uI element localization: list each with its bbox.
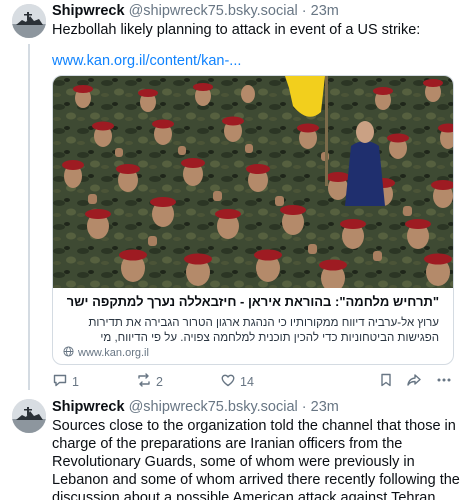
- ellipsis-icon: [436, 372, 452, 391]
- author-name[interactable]: Shipwreck: [52, 3, 125, 19]
- card-image: [53, 76, 453, 288]
- heart-icon: [220, 372, 236, 391]
- speech-bubble-icon: [52, 372, 68, 391]
- thread-line: [28, 44, 30, 390]
- share-button[interactable]: [406, 372, 422, 391]
- like-count: 14: [240, 374, 254, 389]
- more-options-button[interactable]: [436, 372, 452, 391]
- avatar[interactable]: [12, 399, 46, 433]
- post-link[interactable]: www.kan.org.il/content/kan-...: [52, 53, 241, 69]
- avatar[interactable]: [12, 4, 46, 38]
- author-handle[interactable]: @shipwreck75.bsky.social: [129, 399, 298, 415]
- post-header: Shipwreck @shipwreck75.bsky.social · 23m: [52, 3, 339, 19]
- reply-button[interactable]: 1: [52, 372, 79, 391]
- post-time[interactable]: 23m: [311, 399, 339, 415]
- bookmark-icon: [378, 372, 394, 391]
- repost-count: 2: [156, 374, 163, 389]
- share-arrow-icon: [406, 372, 422, 391]
- post-header: Shipwreck @shipwreck75.bsky.social · 23m: [52, 399, 339, 415]
- card-domain: www.kan.org.il: [63, 346, 149, 360]
- author-handle[interactable]: @shipwreck75.bsky.social: [129, 3, 298, 19]
- separator-dot: ·: [301, 399, 307, 415]
- like-button[interactable]: 14: [220, 372, 254, 391]
- card-title: "תרחיש מלחמה": בהוראת איראן - חיזבאללה נ…: [67, 294, 439, 309]
- post-text: Sources close to the organization told t…: [52, 418, 460, 500]
- author-name[interactable]: Shipwreck: [52, 399, 125, 415]
- repost-button[interactable]: 2: [136, 372, 163, 391]
- link-card[interactable]: "תרחיש מלחמה": בהוראת איראן - חיזבאללה נ…: [52, 75, 454, 365]
- reply-count: 1: [72, 374, 79, 389]
- post-time[interactable]: 23m: [311, 3, 339, 19]
- separator-dot: ·: [301, 3, 307, 19]
- bookmark-button[interactable]: [378, 372, 394, 391]
- globe-icon: [63, 346, 74, 360]
- repost-arrows-icon: [136, 372, 152, 391]
- card-description: ערוץ אל-ערביה דיווח ממקורותיו כי הנהגת א…: [88, 317, 439, 344]
- post-text: Hezbollah likely planning to attack in e…: [52, 22, 421, 38]
- post-actions: 1 2 14: [52, 372, 451, 392]
- card-domain-text: www.kan.org.il: [78, 347, 149, 359]
